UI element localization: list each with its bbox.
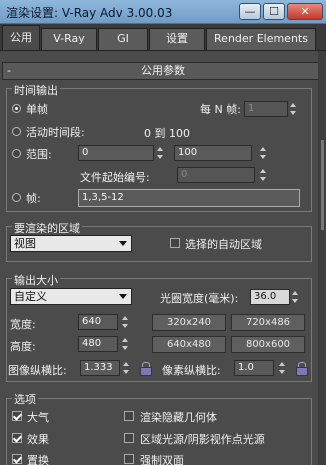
effects-label: 效果 (27, 433, 49, 446)
height-field[interactable]: 480 (78, 336, 118, 352)
render-hidden-label: 渲染隐藏几何体 (140, 411, 217, 424)
aperture-field[interactable]: 36.0 (250, 289, 290, 305)
single-frame-label: 单帧 (26, 103, 48, 116)
width-field[interactable]: 640 (78, 314, 118, 330)
options-title: 选项 (12, 391, 38, 407)
render-area-title: 要渲染的区域 (12, 220, 82, 236)
radio-single-frame[interactable] (12, 104, 21, 113)
render-area-value: 视图 (14, 237, 36, 250)
image-aspect-field[interactable]: 1.333 (80, 360, 120, 376)
tab-gi[interactable]: GI (98, 28, 148, 50)
file-start-spinner[interactable] (259, 167, 268, 183)
radio-frames[interactable] (12, 193, 21, 202)
chevron-down-icon (119, 294, 127, 299)
lock-icon[interactable] (140, 362, 152, 376)
range-from-spinner[interactable] (156, 145, 165, 161)
aperture-label: 光圈宽度(毫米): (160, 292, 239, 305)
pixel-aspect-spinner[interactable] (278, 360, 287, 376)
height-spinner[interactable] (121, 336, 130, 352)
preset-640x480-button[interactable]: 640x480 (152, 336, 226, 353)
rollout-title: 公用参数 (141, 64, 185, 77)
every-n-spinner[interactable] (289, 101, 298, 117)
range-to-field[interactable]: 100 (174, 145, 252, 161)
preset-320x240-button[interactable]: 320x240 (152, 314, 226, 331)
image-aspect-spinner[interactable] (122, 360, 131, 376)
tab-vray[interactable]: V-Ray (41, 28, 97, 50)
frames-field[interactable]: 1,3,5-12 (78, 189, 300, 207)
tab-common[interactable]: 公用 (2, 25, 40, 50)
height-label: 高度: (10, 340, 36, 353)
window-title: 渲染设置: V-Ray Adv 3.00.03 (6, 6, 173, 20)
chevron-down-icon (119, 241, 127, 246)
radio-active-segment[interactable] (12, 127, 21, 136)
atmosphere-checkbox[interactable] (12, 411, 22, 421)
file-start-label: 文件起始编号: (80, 171, 150, 184)
tab-render-elements[interactable]: Render Elements (206, 28, 316, 50)
range-to-spinner[interactable] (259, 145, 268, 161)
image-aspect-label: 图像纵横比: (8, 364, 67, 377)
time-output-title: 时间输出 (12, 82, 60, 98)
area-lights-checkbox[interactable] (124, 433, 134, 443)
render-hidden-checkbox[interactable] (124, 411, 134, 421)
file-start-field[interactable]: 0 (177, 167, 255, 183)
width-spinner[interactable] (121, 314, 130, 330)
close-button[interactable]: ✕ (287, 3, 323, 20)
output-size-title: 输出大小 (12, 272, 60, 288)
every-n-label: 每 N 帧: (200, 103, 241, 116)
force-two-sided-label: 强制双面 (140, 454, 184, 465)
preset-720x486-button[interactable]: 720x486 (231, 314, 305, 331)
area-lights-label: 区域光源/阴影视作点光源 (140, 433, 265, 446)
collapse-icon: - (7, 64, 11, 77)
force-two-sided-checkbox[interactable] (124, 454, 134, 464)
tab-settings[interactable]: 设置 (149, 28, 205, 50)
panel-scrollbar[interactable] (318, 51, 326, 465)
effects-checkbox[interactable] (12, 433, 22, 443)
aperture-spinner[interactable] (291, 289, 300, 305)
width-label: 宽度: (10, 318, 36, 331)
output-preset-dropdown[interactable]: 自定义 (10, 288, 132, 305)
frames-label: 帧: (26, 192, 41, 205)
output-preset-value: 自定义 (14, 290, 47, 303)
render-area-dropdown[interactable]: 视图 (10, 235, 132, 252)
active-segment-label: 活动时间段: (26, 126, 85, 139)
range-label: 范围: (26, 148, 52, 161)
every-n-field[interactable]: 1 (244, 101, 288, 117)
displacement-checkbox[interactable] (12, 454, 22, 464)
rollout-header-common-params[interactable]: - 公用参数 (2, 62, 324, 80)
tab-bar: 公用 V-Ray GI 设置 Render Elements (0, 24, 326, 50)
displacement-label: 置换 (27, 454, 49, 465)
atmosphere-label: 大气 (27, 411, 49, 424)
range-from-field[interactable]: 0 (78, 145, 154, 161)
auto-region-label: 选择的自动区域 (185, 238, 262, 251)
title-bar: 渲染设置: V-Ray Adv 3.00.03 — ☐ ✕ (0, 0, 326, 24)
radio-range[interactable] (12, 149, 21, 158)
maximize-button[interactable]: ☐ (263, 3, 285, 20)
pixel-aspect-field[interactable]: 1.0 (234, 360, 274, 376)
pixel-aspect-label: 像素纵横比: (162, 364, 221, 377)
preset-800x600-button[interactable]: 800x600 (231, 336, 305, 353)
scrollbar-thumb[interactable] (321, 140, 324, 230)
minimize-button[interactable]: — (239, 3, 261, 20)
auto-region-checkbox[interactable] (170, 238, 180, 248)
active-range-value: 0 到 100 (144, 127, 190, 140)
lock-icon[interactable] (296, 362, 308, 376)
